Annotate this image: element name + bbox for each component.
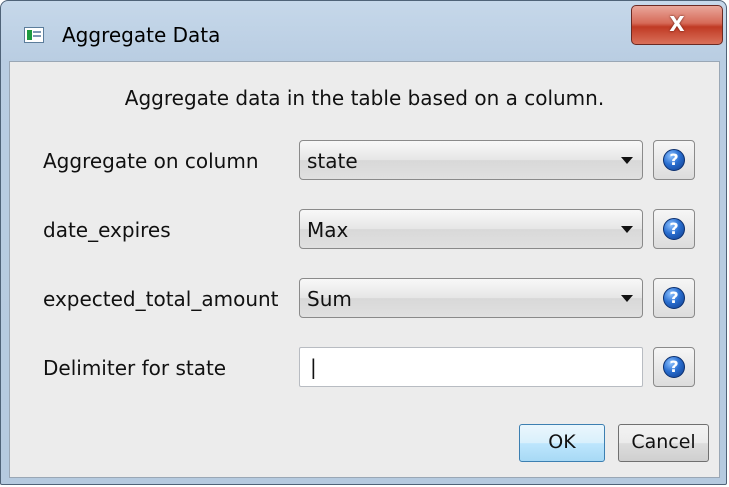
date-expires-select[interactable]: Max — [299, 209, 643, 249]
chevron-down-icon — [621, 295, 633, 302]
expected-total-amount-help-button[interactable]: ? — [653, 278, 695, 318]
delimiter-help-button[interactable]: ? — [653, 347, 695, 387]
ok-button[interactable]: OK — [519, 424, 605, 462]
help-icon: ? — [663, 218, 685, 240]
chevron-down-icon — [621, 157, 633, 164]
dialog-description: Aggregate data in the table based on a c… — [124, 86, 605, 110]
help-icon: ? — [663, 149, 685, 171]
help-icon: ? — [663, 356, 685, 378]
help-icon: ? — [663, 287, 685, 309]
delimiter-label: Delimiter for state — [43, 356, 227, 380]
date-expires-help-button[interactable]: ? — [653, 209, 695, 249]
delimiter-input[interactable] — [299, 347, 643, 387]
cancel-button[interactable]: Cancel — [618, 424, 709, 462]
expected-total-amount-label: expected_total_amount — [43, 287, 279, 311]
chevron-down-icon — [621, 226, 633, 233]
title-bar[interactable]: Aggregate Data X — [1, 1, 726, 61]
expected-total-amount-value: Sum — [307, 287, 352, 311]
dialog-body: Aggregate data in the table based on a c… — [9, 61, 720, 478]
date-expires-value: Max — [307, 218, 349, 242]
dialog-window: Aggregate Data X Aggregate data in the t… — [0, 0, 727, 485]
app-icon — [24, 27, 44, 43]
date-expires-label: date_expires — [43, 218, 171, 242]
expected-total-amount-select[interactable]: Sum — [299, 278, 643, 318]
window-title: Aggregate Data — [62, 23, 221, 47]
aggregate-column-help-button[interactable]: ? — [653, 140, 695, 180]
aggregate-column-value: state — [307, 149, 358, 173]
aggregate-column-label: Aggregate on column — [43, 149, 259, 173]
aggregate-column-select[interactable]: state — [299, 140, 643, 180]
close-button[interactable]: X — [631, 5, 723, 45]
